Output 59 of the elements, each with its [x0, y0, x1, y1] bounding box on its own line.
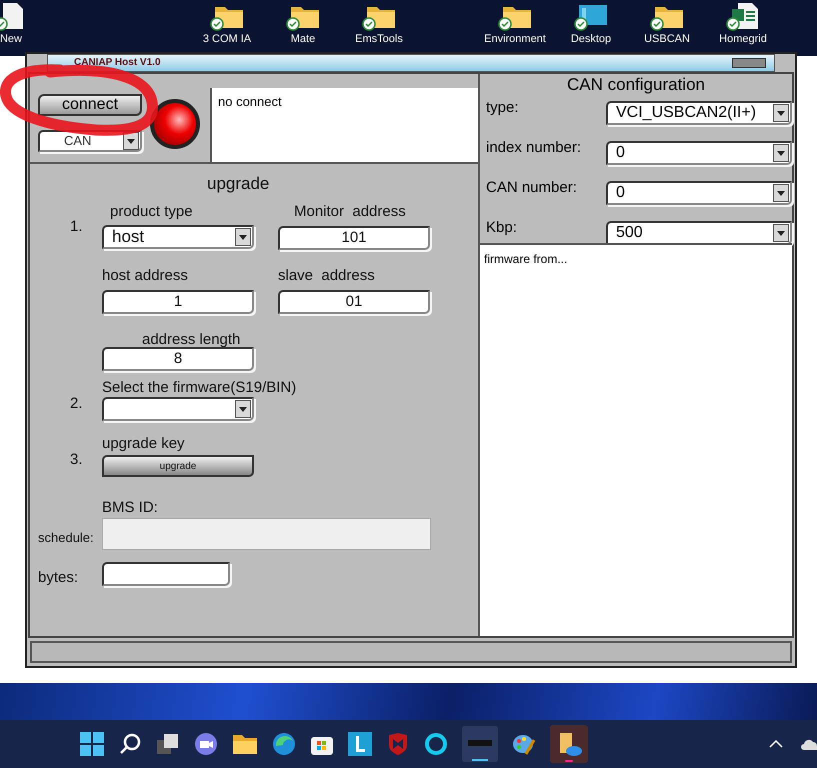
field-label: Select the firmware(S19/BIN) — [102, 378, 296, 398]
search-icon[interactable] — [118, 732, 142, 756]
desktop-icon-label: 3 COM IA — [202, 33, 252, 45]
field-label: Monitor address — [294, 202, 406, 222]
field-label: type: — [485, 98, 520, 118]
address-length-field[interactable]: 8 — [102, 347, 254, 371]
section-title: CAN configuration — [566, 75, 706, 95]
desktop-icon-label: USBCAN — [644, 33, 690, 45]
field-label: index number: — [485, 138, 582, 158]
field-label: bytes: — [38, 568, 78, 588]
window-title: CANIAP Host V1.0 — [74, 56, 161, 70]
field-label: host address — [102, 266, 188, 286]
log-text: firmware from... — [484, 252, 568, 266]
step-number: 2. — [70, 394, 83, 414]
monitor-address-field[interactable]: 101 — [278, 226, 430, 250]
folder-icon[interactable] — [232, 732, 258, 756]
field-label: slave address — [278, 266, 375, 286]
palette-icon[interactable] — [512, 732, 536, 756]
sheet-icon[interactable] — [726, 3, 760, 31]
cloud-icon[interactable] — [801, 738, 817, 750]
cloud-folder-icon[interactable] — [550, 725, 588, 763]
config-select[interactable]: VCI_USBCAN2(II+) — [606, 101, 792, 125]
desktop-icon-label: Homegrid — [719, 33, 767, 45]
config-select[interactable]: 0 — [606, 181, 792, 205]
bytes-field[interactable] — [102, 562, 230, 586]
upgrade-button[interactable]: upgrade — [102, 455, 254, 477]
slave-address-field[interactable]: 01 — [278, 290, 430, 314]
host-address-field[interactable]: 1 — [102, 290, 254, 314]
screen-icon[interactable] — [574, 3, 608, 31]
field-label: address length — [142, 330, 240, 350]
desktop-icon-label: Desktop — [570, 33, 612, 45]
desktop-icon-label: EmsTools — [355, 33, 403, 45]
desktop-icon-label: Environment — [484, 33, 546, 45]
chat-icon[interactable] — [194, 732, 218, 756]
desktop-icon-label: New — [0, 33, 22, 45]
desktop-icon-label: Mate — [290, 33, 316, 45]
config-select[interactable]: 500 — [606, 221, 792, 245]
section-title: upgrade — [207, 173, 270, 195]
task-view-icon[interactable] — [156, 732, 180, 756]
field-label: schedule: — [38, 529, 94, 547]
step-number: 3. — [70, 450, 83, 470]
field-label: CAN number: — [485, 178, 578, 198]
ring-icon[interactable] — [424, 732, 448, 756]
connect-button[interactable]: connect — [38, 94, 142, 116]
field-label: Kbp: — [485, 218, 518, 238]
field-label: upgrade key — [102, 434, 185, 454]
step-number: 1. — [70, 217, 83, 237]
start-icon[interactable] — [80, 732, 104, 756]
field-label: product type — [110, 202, 193, 222]
shield-icon[interactable] — [386, 732, 410, 756]
status-text: no connect — [218, 94, 282, 109]
product-type-select[interactable]: host — [102, 225, 254, 249]
firmware-select[interactable] — [102, 397, 254, 421]
config-select[interactable]: 0 — [606, 141, 792, 165]
app-icon[interactable] — [462, 726, 498, 762]
field-label: BMS ID: — [102, 498, 158, 518]
window-controls[interactable] — [732, 58, 766, 68]
chevron-up-icon[interactable] — [769, 740, 783, 748]
browser-icon[interactable] — [272, 732, 296, 756]
